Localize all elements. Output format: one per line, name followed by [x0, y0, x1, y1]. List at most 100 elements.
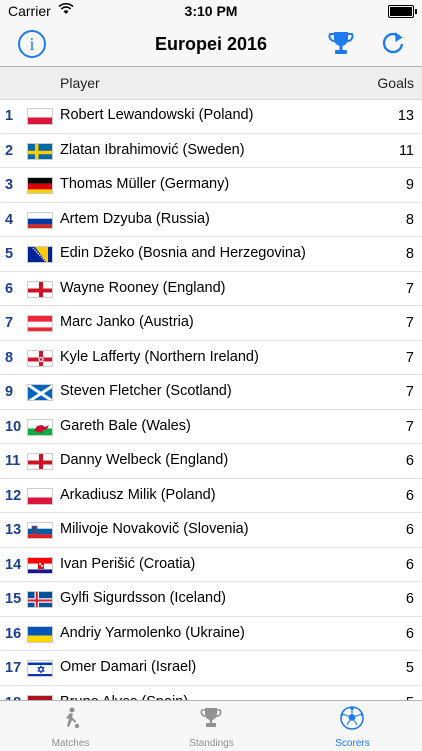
refresh-icon[interactable]	[378, 28, 408, 58]
battery-icon	[388, 5, 417, 18]
player-name: Milivoje Novakovič (Slovenia)	[60, 521, 249, 537]
table-row[interactable]: 13 Milivoje Novakovič (Slovenia) 6	[0, 513, 422, 548]
player-name: Artem Dzyuba (Russia)	[60, 210, 210, 227]
goals-count: 13	[397, 108, 414, 124]
flag-icon	[27, 349, 53, 367]
goals-column-header: Goals	[377, 75, 414, 91]
rank-label: 8	[5, 349, 14, 366]
rank-label: 4	[5, 211, 14, 228]
player-name: Andriy Yarmolenko (Ukraine)	[60, 624, 245, 641]
rank-label: 11	[5, 453, 21, 469]
rank-label: 12	[5, 487, 22, 504]
rank-label: 17	[5, 660, 22, 676]
rank-label: 13	[5, 522, 22, 538]
rank-label: 6	[5, 280, 14, 297]
rank-label: 7	[5, 315, 14, 331]
page-title: Europei 2016	[154, 34, 268, 54]
table-row[interactable]: 5 Edin Džeko (Bosnia and Herzegovina) 8	[0, 237, 422, 272]
tab-matches[interactable]: Matches	[0, 701, 141, 751]
player-column-header: Player	[60, 75, 100, 91]
player-name: Thomas Müller (Germany)	[60, 176, 230, 192]
goals-count: 6	[405, 487, 414, 504]
goals-count: 11	[398, 142, 414, 159]
rank-label: 9	[5, 384, 14, 400]
scorers-list: 1 Robert Lewandowski (Poland) 13 2 Zlatan I…	[0, 99, 422, 720]
player-name: Robert Lewandowski (Poland)	[60, 107, 254, 123]
table-row[interactable]: 8 Kyle Lafferty (Northern Ireland) 7	[0, 341, 422, 375]
player-name: Ivan Perišić (Croatia)	[60, 555, 196, 572]
flag-icon	[27, 418, 53, 436]
goals-count: 6	[405, 453, 414, 469]
table-header: Player Goals	[0, 67, 422, 100]
tab-standings[interactable]: Standings	[141, 701, 282, 751]
tab-label: Matches	[51, 738, 90, 749]
table-row[interactable]: 14 Ivan Perišić (Croatia) 6	[0, 548, 422, 582]
goals-count: 6	[405, 522, 414, 538]
goals-count: 5	[405, 660, 414, 676]
player-name: Edin Džeko (Bosnia and Herzegovina)	[60, 245, 306, 261]
tab-label: Scorers	[335, 738, 370, 749]
soccer-ball-icon	[340, 706, 364, 730]
rank-label: 1	[5, 108, 14, 124]
table-row[interactable]: 12 Arkadiusz Milik (Poland) 6	[0, 479, 422, 513]
table-row[interactable]: 4 Artem Dzyuba (Russia) 8	[0, 203, 422, 237]
player-name: Gylfi Sigurdsson (Iceland)	[60, 590, 227, 606]
table-row[interactable]: 9 Steven Fletcher (Scotland) 7	[0, 375, 422, 410]
player-name: Marc Janko (Austria)	[60, 314, 194, 330]
table-row[interactable]: 2 Zlatan Ibrahimović (Sweden) 11	[0, 134, 422, 168]
rank-label: 10	[5, 418, 22, 435]
table-row[interactable]: 6 Wayne Rooney (England) 7	[0, 272, 422, 306]
goals-count: 6	[405, 625, 414, 642]
rank-label: 3	[5, 177, 14, 193]
goals-count: 6	[405, 591, 414, 607]
goals-count: 7	[405, 384, 414, 400]
flag-icon	[27, 384, 53, 401]
goals-count: 8	[405, 246, 414, 262]
table-row[interactable]: 16 Andriy Yarmolenko (Ukraine) 6	[0, 617, 422, 651]
player-name: Danny Welbeck (England)	[60, 452, 229, 468]
flag-icon	[27, 177, 53, 194]
status-bar: Carrier 3:10 PM	[0, 0, 422, 22]
rank-label: 5	[5, 246, 14, 262]
player-name: Gareth Bale (Wales)	[60, 417, 191, 434]
flag-icon	[27, 315, 53, 332]
flag-icon	[27, 280, 53, 298]
tab-label: Standings	[189, 738, 234, 749]
flag-icon	[27, 660, 53, 677]
table-row[interactable]: 11 Danny Welbeck (England) 6	[0, 444, 422, 479]
player-name: Steven Fletcher (Scotland)	[60, 383, 232, 399]
flag-icon	[27, 142, 53, 160]
tab-scorers[interactable]: Scorers	[282, 701, 422, 751]
table-row[interactable]: 15 Gylfi Sigurdsson (Iceland) 6	[0, 582, 422, 617]
table-row[interactable]: 3 Thomas Müller (Germany) 9	[0, 168, 422, 203]
status-time: 3:10 PM	[184, 3, 238, 19]
table-row[interactable]: 1 Robert Lewandowski (Poland) 13	[0, 99, 422, 134]
goals-count: 8	[405, 211, 414, 228]
flag-icon	[27, 625, 53, 643]
flag-icon	[27, 487, 53, 505]
tab-bar: Matches Standings Scorers	[0, 700, 422, 751]
flag-icon	[27, 246, 53, 263]
navigation-bar: i Europei 2016	[0, 22, 422, 67]
rank-label: 14	[5, 556, 22, 573]
player-name: Kyle Lafferty (Northern Ireland)	[60, 348, 259, 365]
flag-icon	[27, 108, 53, 125]
goals-count: 7	[405, 349, 414, 366]
table-row[interactable]: 10 Gareth Bale (Wales) 7	[0, 410, 422, 444]
flag-icon	[27, 556, 53, 574]
goals-count: 6	[405, 556, 414, 573]
goals-count: 7	[405, 315, 414, 331]
rank-label: 2	[5, 142, 14, 159]
table-row[interactable]: 17 Omer Damari (Israel) 5	[0, 651, 422, 686]
trophy-icon	[199, 706, 223, 730]
goals-count: 7	[405, 418, 414, 435]
soccer-player-icon	[58, 706, 82, 730]
goals-count: 9	[405, 177, 414, 193]
flag-icon	[27, 453, 53, 470]
flag-icon	[27, 591, 53, 608]
rank-label: 15	[5, 591, 22, 607]
player-name: Zlatan Ibrahimović (Sweden)	[60, 141, 245, 158]
table-row[interactable]: 7 Marc Janko (Austria) 7	[0, 306, 422, 341]
flag-icon	[27, 211, 53, 229]
trophy-icon[interactable]	[326, 28, 356, 58]
